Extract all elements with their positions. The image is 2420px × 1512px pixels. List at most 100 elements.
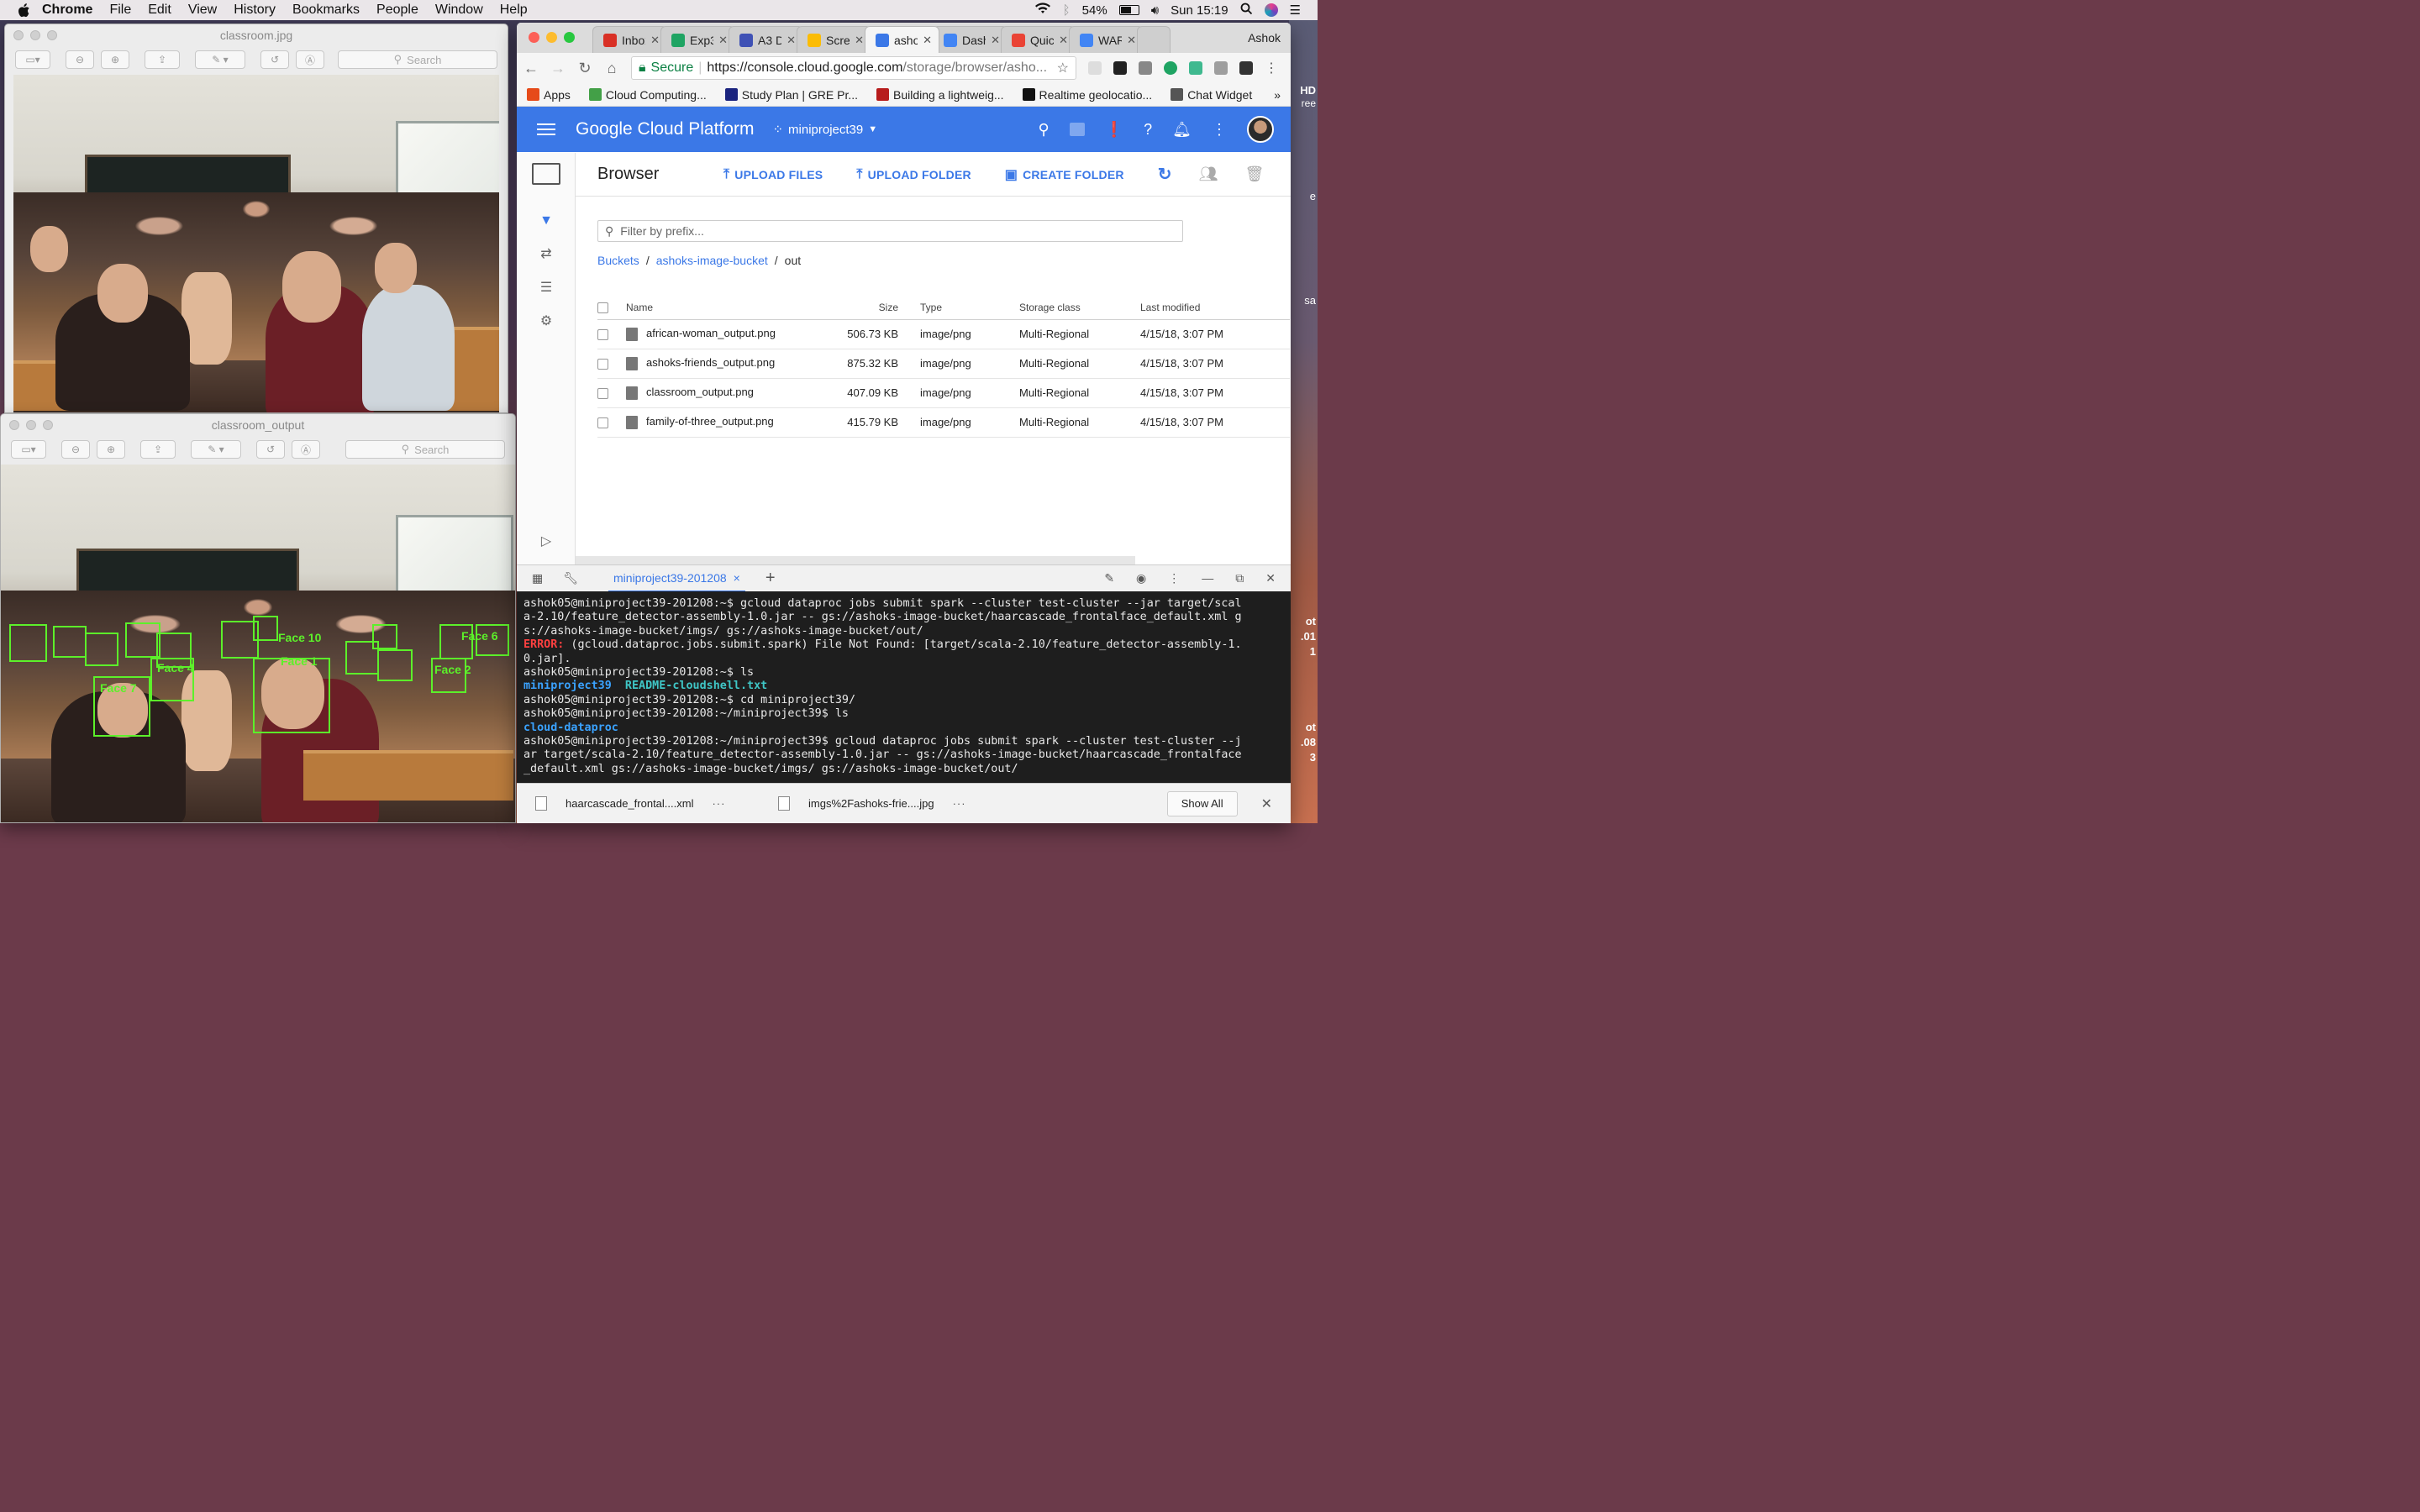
breadcrumb-buckets[interactable]: Buckets: [597, 254, 639, 267]
browser-tab[interactable]: WARI ✕: [1069, 26, 1144, 53]
volume-icon[interactable]: 🔊︎: [1151, 3, 1159, 18]
add-session-icon[interactable]: +: [765, 569, 776, 588]
close-tab-icon[interactable]: ✕: [786, 34, 796, 47]
battery-icon[interactable]: [1118, 5, 1139, 15]
close-tab-icon[interactable]: ✕: [1127, 34, 1136, 47]
camera-icon[interactable]: [1139, 61, 1152, 75]
close-tab-icon[interactable]: ✕: [855, 34, 864, 47]
wrench-icon[interactable]: 🔧︎: [563, 571, 578, 585]
grammarly-icon[interactable]: [1164, 61, 1177, 75]
row-checkbox[interactable]: [597, 417, 608, 429]
permissions-icon[interactable]: 👥︎: [1199, 165, 1218, 183]
download-item[interactable]: haarcascade_frontal....xml ···: [535, 796, 758, 811]
column-last-modified[interactable]: Last modified: [1140, 296, 1290, 320]
upload-folder-button[interactable]: ⤒ UPLOAD FOLDER: [856, 167, 971, 182]
close-tab-icon[interactable]: ✕: [650, 34, 660, 47]
extension-icon[interactable]: [1113, 61, 1127, 75]
row-checkbox[interactable]: [597, 329, 608, 341]
close-icon[interactable]: ✕: [1265, 571, 1276, 585]
back-icon[interactable]: ←: [523, 60, 539, 77]
zoom-in-button[interactable]: ⊕: [97, 440, 125, 459]
create-folder-button[interactable]: ▣ CREATE FOLDER: [1005, 166, 1124, 183]
preview-search-input[interactable]: ⚲ Search: [338, 50, 497, 69]
bookmark-item[interactable]: Cloud Computing...: [588, 88, 707, 102]
column-type[interactable]: Type: [920, 296, 1019, 320]
upload-files-button[interactable]: ⤒ UPLOAD FILES: [723, 167, 823, 182]
sidebar-toggle-button[interactable]: ▭▾: [11, 440, 46, 459]
markup-button[interactable]: ✎ ▾: [191, 440, 241, 459]
select-all-checkbox[interactable]: [597, 302, 608, 313]
apple-icon[interactable]: [17, 2, 34, 18]
rotate-button[interactable]: ↺: [260, 50, 289, 69]
browser-tab[interactable]: ashol ✕: [865, 26, 939, 53]
close-tab-icon[interactable]: ✕: [1059, 34, 1068, 47]
settings-gear-icon[interactable]: ⚙: [539, 312, 554, 328]
close-tab-icon[interactable]: ✕: [718, 34, 728, 47]
more-vert-icon[interactable]: ⋮: [1168, 571, 1180, 585]
address-bar[interactable]: 🔒︎ Secure | https://console.cloud.google…: [631, 56, 1076, 80]
project-selector[interactable]: ⁘ miniproject39 ▼: [772, 122, 877, 138]
column-size[interactable]: Size: [836, 296, 920, 320]
open-new-window-icon[interactable]: ⧉: [1235, 571, 1244, 585]
terminal[interactable]: ashok05@miniproject39-201208:~$ gcloud d…: [517, 591, 1291, 783]
rotate-button[interactable]: ↺: [256, 440, 285, 459]
share-button[interactable]: ⇪: [140, 440, 176, 459]
gcp-brand[interactable]: Google Cloud Platform: [576, 119, 754, 139]
bookmark-item[interactable]: Realtime geolocatio...: [1022, 88, 1152, 102]
menu-view[interactable]: View: [188, 3, 217, 18]
browser-tab[interactable]: Scree ✕: [797, 26, 871, 53]
avatar[interactable]: [1247, 116, 1274, 143]
horizontal-scrollbar[interactable]: [576, 556, 1135, 564]
hamburger-menu-icon[interactable]: [537, 120, 555, 139]
file-name-link[interactable]: classroom_output.png: [646, 386, 754, 398]
menu-edit[interactable]: Edit: [148, 3, 171, 18]
zoom-out-button[interactable]: ⊖: [66, 50, 94, 69]
siri-icon[interactable]: [1264, 3, 1278, 17]
reload-icon[interactable]: ↻: [577, 60, 592, 77]
menu-window[interactable]: Window: [435, 3, 483, 18]
annotate-button[interactable]: Ⓐ: [296, 50, 324, 69]
close-window-button[interactable]: [9, 420, 19, 430]
download-item[interactable]: imgs%2Fashoks-frie....jpg ···: [778, 796, 1001, 811]
preview-titlebar[interactable]: classroom.jpg: [5, 24, 508, 46]
bookmark-item[interactable]: Study Plan | GRE Pr...: [724, 88, 858, 102]
web-preview-icon[interactable]: ◉: [1136, 571, 1146, 585]
alert-icon[interactable]: ❗: [1105, 121, 1123, 139]
bookmark-star-icon[interactable]: ☆: [1057, 60, 1069, 76]
table-row[interactable]: classroom_output.png 407.09 KB image/png Mu…: [597, 378, 1290, 408]
keyboard-icon[interactable]: ▦: [532, 571, 543, 585]
minimize-icon[interactable]: —: [1202, 571, 1213, 585]
breadcrumb-bucket[interactable]: ashoks-image-bucket: [656, 254, 768, 267]
more-vert-icon[interactable]: ⋮: [1212, 121, 1227, 139]
column-storage-class[interactable]: Storage class: [1019, 296, 1140, 320]
link-icon[interactable]: [1239, 61, 1253, 75]
file-name-link[interactable]: ashoks-friends_output.png: [646, 356, 775, 369]
row-checkbox[interactable]: [597, 388, 608, 400]
file-name-link[interactable]: african-woman_output.png: [646, 327, 776, 339]
table-row[interactable]: family-of-three_output.png 415.79 KB image…: [597, 407, 1290, 438]
browser-tab[interactable]: Dashl ✕: [933, 26, 1007, 53]
clock[interactable]: Sun 15:19: [1171, 3, 1228, 18]
row-checkbox[interactable]: [597, 359, 608, 370]
column-name[interactable]: Name: [626, 296, 836, 320]
delete-icon[interactable]: 🗑︎: [1245, 165, 1265, 183]
preview-titlebar[interactable]: classroom_output: [1, 414, 515, 436]
minimize-window-button[interactable]: [546, 32, 557, 43]
share-button[interactable]: ⇪: [145, 50, 180, 69]
browser-tab[interactable]: Exp3 ✕: [660, 26, 735, 53]
bookmark-item[interactable]: Chat Widget: [1171, 88, 1252, 102]
list-icon[interactable]: ☰: [539, 279, 554, 295]
help-icon[interactable]: ?: [1144, 121, 1152, 139]
cloud-shell-icon[interactable]: [1069, 123, 1085, 136]
wifi-icon[interactable]: [1034, 3, 1051, 18]
bluetooth-icon[interactable]: ᛒ: [1063, 3, 1071, 18]
menu-bookmarks[interactable]: Bookmarks: [292, 3, 360, 18]
bookmark-item[interactable]: Apps: [527, 88, 571, 102]
zoom-in-button[interactable]: ⊕: [101, 50, 129, 69]
file-name-link[interactable]: family-of-three_output.png: [646, 415, 774, 428]
bucket-icon[interactable]: ▼: [539, 213, 554, 228]
refresh-button[interactable]: ↻: [1158, 164, 1172, 185]
more-options-icon[interactable]: ···: [712, 797, 725, 810]
spotlight-search-icon[interactable]: [1240, 3, 1253, 18]
storage-product-icon[interactable]: [532, 163, 560, 185]
